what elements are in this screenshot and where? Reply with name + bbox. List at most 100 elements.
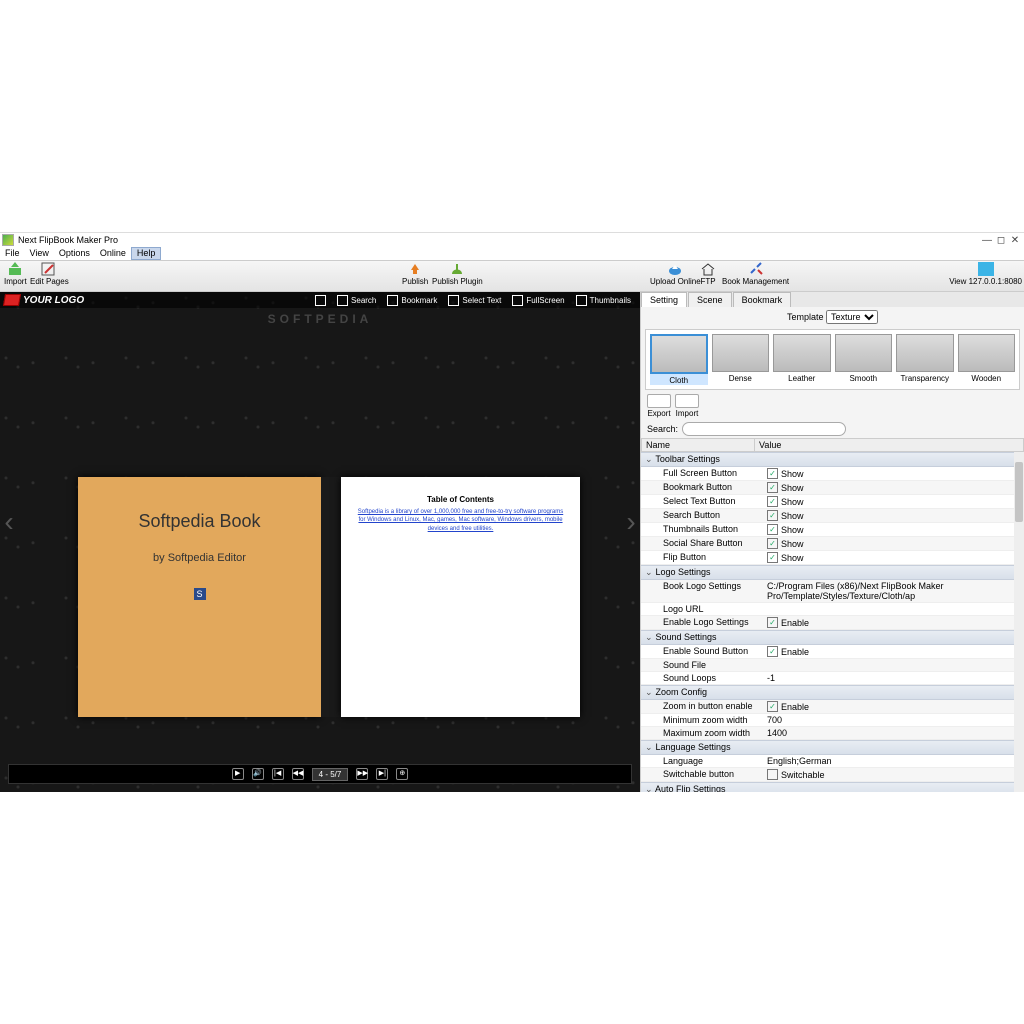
setting-value[interactable]: -1	[763, 672, 1024, 685]
menu-online[interactable]: Online	[95, 247, 131, 260]
section-logo-settings[interactable]: ⌄ Logo Settings	[641, 565, 1024, 580]
setting-value[interactable]: ✓Enable	[763, 616, 1024, 630]
template-thumb-dense[interactable]: Dense	[712, 334, 770, 385]
template-thumb-cloth[interactable]: Cloth	[650, 334, 708, 385]
publishplugin-button[interactable]: Publish Plugin	[432, 262, 483, 286]
setting-value[interactable]	[763, 659, 1024, 672]
setting-row[interactable]: Minimum zoom width700	[641, 714, 1024, 727]
checkbox[interactable]: ✓	[767, 617, 778, 628]
setting-row[interactable]: Bookmark Button✓Show	[641, 481, 1024, 495]
setting-row[interactable]: Select Text Button✓Show	[641, 495, 1024, 509]
setting-value[interactable]: ✓Enable	[763, 645, 1024, 659]
first-page-button[interactable]: |◀	[272, 768, 284, 780]
maximize-button[interactable]: ◻	[994, 235, 1008, 246]
menu-view[interactable]: View	[25, 247, 54, 260]
thumbnails-button[interactable]: Thumbnails	[571, 293, 636, 308]
bookmgmt-button[interactable]: Book Management	[722, 262, 789, 286]
uploadonline-button[interactable]: Upload Online	[650, 262, 701, 286]
setting-value[interactable]: 700	[763, 714, 1024, 727]
checkbox[interactable]: ✓	[767, 701, 778, 712]
setting-row[interactable]: Enable Logo Settings✓Enable	[641, 616, 1024, 630]
editpages-button[interactable]: Edit Pages	[30, 262, 69, 286]
checkbox[interactable]: ✓	[767, 510, 778, 521]
section-auto-flip-settings[interactable]: ⌄ Auto Flip Settings	[641, 782, 1024, 792]
tab-setting[interactable]: Setting	[641, 292, 687, 307]
export-template-button[interactable]: Export	[647, 394, 671, 418]
play-button[interactable]: ▶	[232, 768, 244, 780]
prev-page-button[interactable]: ◀◀	[292, 768, 304, 780]
setting-value[interactable]: ✓Show	[763, 551, 1024, 565]
setting-row[interactable]: Sound File	[641, 659, 1024, 672]
setting-row[interactable]: Zoom in button enable✓Enable	[641, 700, 1024, 714]
publish-button[interactable]: Publish	[402, 262, 428, 286]
setting-row[interactable]: Logo URL	[641, 603, 1024, 616]
checkbox[interactable]: ✓	[767, 482, 778, 493]
setting-value[interactable]: ✓Show	[763, 509, 1024, 523]
section-language-settings[interactable]: ⌄ Language Settings	[641, 740, 1024, 755]
setting-row[interactable]: Full Screen Button✓Show	[641, 467, 1024, 481]
setting-row[interactable]: Thumbnails Button✓Show	[641, 523, 1024, 537]
setting-value[interactable]	[763, 603, 1024, 616]
section-zoom-config[interactable]: ⌄ Zoom Config	[641, 685, 1024, 700]
setting-row[interactable]: Social Share Button✓Show	[641, 537, 1024, 551]
setting-row[interactable]: Sound Loops-1	[641, 672, 1024, 685]
setting-row[interactable]: Flip Button✓Show	[641, 551, 1024, 565]
menu-file[interactable]: File	[0, 247, 25, 260]
template-thumb-leather[interactable]: Leather	[773, 334, 831, 385]
share-button[interactable]	[310, 293, 331, 308]
checkbox[interactable]: ✓	[767, 496, 778, 507]
menu-options[interactable]: Options	[54, 247, 95, 260]
setting-value[interactable]: ✓Show	[763, 481, 1024, 495]
checkbox[interactable]: ✓	[767, 552, 778, 563]
setting-row[interactable]: LanguageEnglish;German	[641, 755, 1024, 768]
checkbox[interactable]: ✓	[767, 524, 778, 535]
checkbox[interactable]: ✓	[767, 538, 778, 549]
setting-value[interactable]: English;German	[763, 755, 1024, 768]
setting-row[interactable]: Maximum zoom width1400	[641, 727, 1024, 740]
search-button[interactable]: Search	[332, 293, 381, 308]
settings-search-input[interactable]	[682, 422, 846, 436]
section-sound-settings[interactable]: ⌄ Sound Settings	[641, 630, 1024, 645]
setting-row[interactable]: Search Button✓Show	[641, 509, 1024, 523]
template-select[interactable]: Texture	[826, 310, 878, 324]
sound-button[interactable]: 🔊	[252, 768, 264, 780]
template-thumb-smooth[interactable]: Smooth	[835, 334, 893, 385]
section-toolbar-settings[interactable]: ⌄ Toolbar Settings	[641, 452, 1024, 467]
setting-row[interactable]: Enable Sound Button✓Enable	[641, 645, 1024, 659]
setting-value[interactable]: 1400	[763, 727, 1024, 740]
toc-link[interactable]: Softpedia is a library of over 1,000,000…	[355, 508, 566, 533]
book-page-right[interactable]: Table of Contents Softpedia is a library…	[341, 477, 580, 717]
bookmark-button[interactable]: Bookmark	[382, 293, 442, 308]
template-thumb-transparency[interactable]: Transparency	[896, 334, 954, 385]
setting-value[interactable]: ✓Show	[763, 467, 1024, 481]
checkbox[interactable]: ✓	[767, 646, 778, 657]
template-thumb-wooden[interactable]: Wooden	[958, 334, 1016, 385]
setting-value[interactable]: ✓Show	[763, 537, 1024, 551]
setting-value[interactable]: ✓Enable	[763, 700, 1024, 714]
tab-bookmark[interactable]: Bookmark	[733, 292, 792, 307]
book-page-left[interactable]: Softpedia Book by Softpedia Editor S	[78, 477, 321, 717]
import-button[interactable]: Import	[4, 262, 27, 286]
fullscreen-button[interactable]: FullScreen	[507, 293, 569, 308]
grid-header-value[interactable]: Value	[755, 439, 785, 451]
tab-scene[interactable]: Scene	[688, 292, 732, 307]
grid-header-name[interactable]: Name	[642, 439, 755, 451]
settings-scrollbar[interactable]	[1014, 452, 1024, 792]
checkbox[interactable]: ✓	[767, 468, 778, 479]
prev-page-arrow[interactable]: ‹	[0, 492, 18, 552]
setting-value[interactable]: ✓Show	[763, 495, 1024, 509]
setting-row[interactable]: Switchable buttonSwitchable	[641, 768, 1024, 782]
minimize-button[interactable]: —	[980, 235, 994, 246]
next-page-button[interactable]: ▶▶	[356, 768, 368, 780]
menu-help[interactable]: Help	[131, 247, 162, 260]
ftp-button[interactable]: FTP	[700, 262, 716, 286]
zoom-in-button[interactable]: ⊕	[396, 768, 408, 780]
import-template-button[interactable]: Import	[675, 394, 699, 418]
next-page-arrow[interactable]: ›	[622, 492, 640, 552]
setting-value[interactable]: Switchable	[763, 768, 1024, 782]
checkbox[interactable]	[767, 769, 778, 780]
selecttext-button[interactable]: Select Text	[443, 293, 506, 308]
close-button[interactable]: ✕	[1008, 235, 1022, 246]
view-address-button[interactable]: View 127.0.0.1:8080	[949, 262, 1022, 286]
setting-row[interactable]: Book Logo SettingsC:/Program Files (x86)…	[641, 580, 1024, 603]
